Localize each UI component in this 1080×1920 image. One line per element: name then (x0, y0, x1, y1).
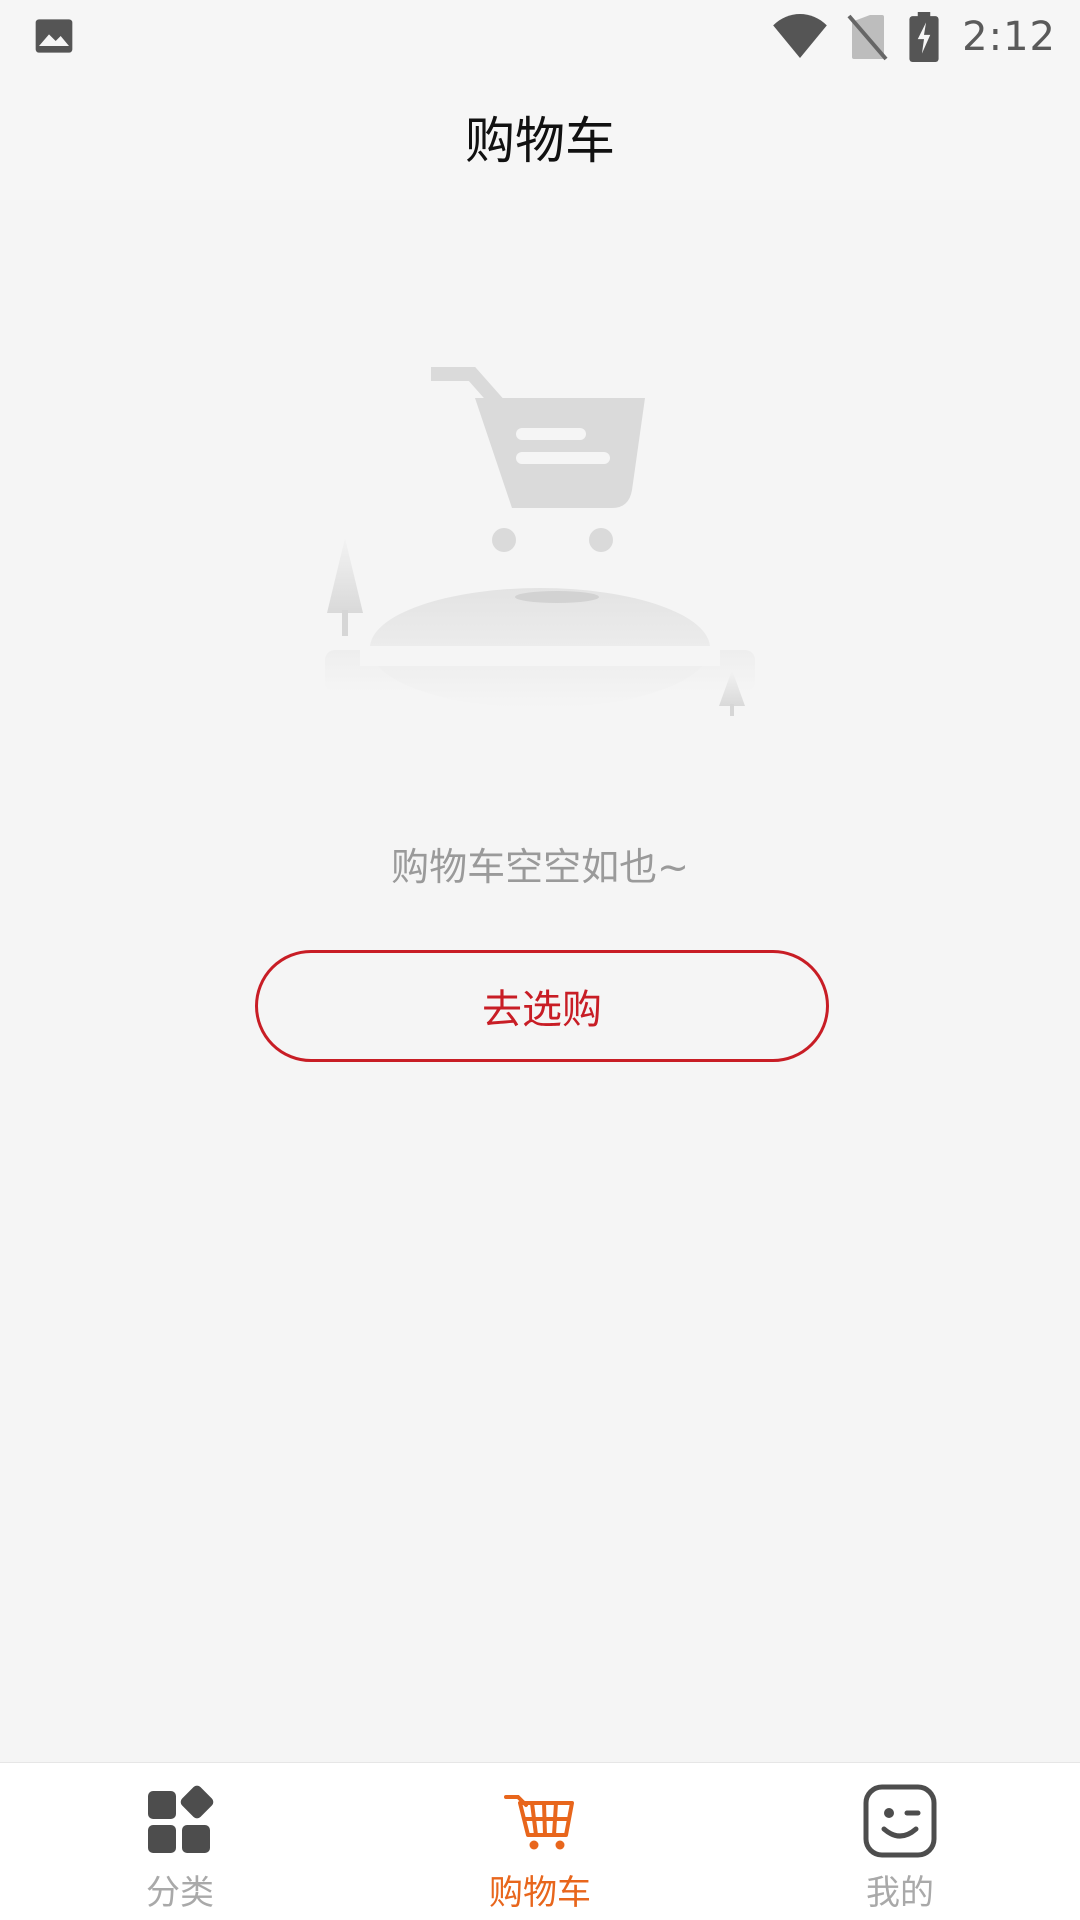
nav-label-cart: 购物车 (489, 1873, 591, 1913)
bottom-nav: 分类 购物车 我的 (0, 1762, 1080, 1920)
page-title: 购物车 (465, 112, 615, 170)
nav-label-category: 分类 (146, 1873, 214, 1913)
wifi-icon (773, 13, 828, 59)
shopping-cart-icon (504, 1795, 574, 1850)
image-icon (35, 19, 73, 53)
app-bar: 购物车 (0, 74, 1080, 200)
go-shopping-button[interactable]: 去选购 (255, 950, 829, 1062)
nav-item-category[interactable]: 分类 (0, 1763, 360, 1920)
cart-screen: 2:12 购物车 购物车空空如也~ 去选购 分类 购物车 我的 (0, 0, 1080, 1920)
nav-label-mine: 我的 (866, 1873, 934, 1913)
no-sim-icon (847, 14, 888, 61)
smile-face-icon (863, 1784, 937, 1858)
status-bar: 2:12 (0, 0, 1080, 74)
empty-cart-illustration (325, 367, 755, 716)
empty-cart-message: 购物车空空如也~ (391, 845, 689, 889)
nav-item-cart[interactable]: 购物车 (360, 1763, 720, 1920)
category-grid-icon (148, 1785, 214, 1853)
status-time: 2:12 (962, 14, 1056, 60)
battery-charging-icon (909, 12, 939, 62)
nav-item-mine[interactable]: 我的 (720, 1763, 1080, 1920)
